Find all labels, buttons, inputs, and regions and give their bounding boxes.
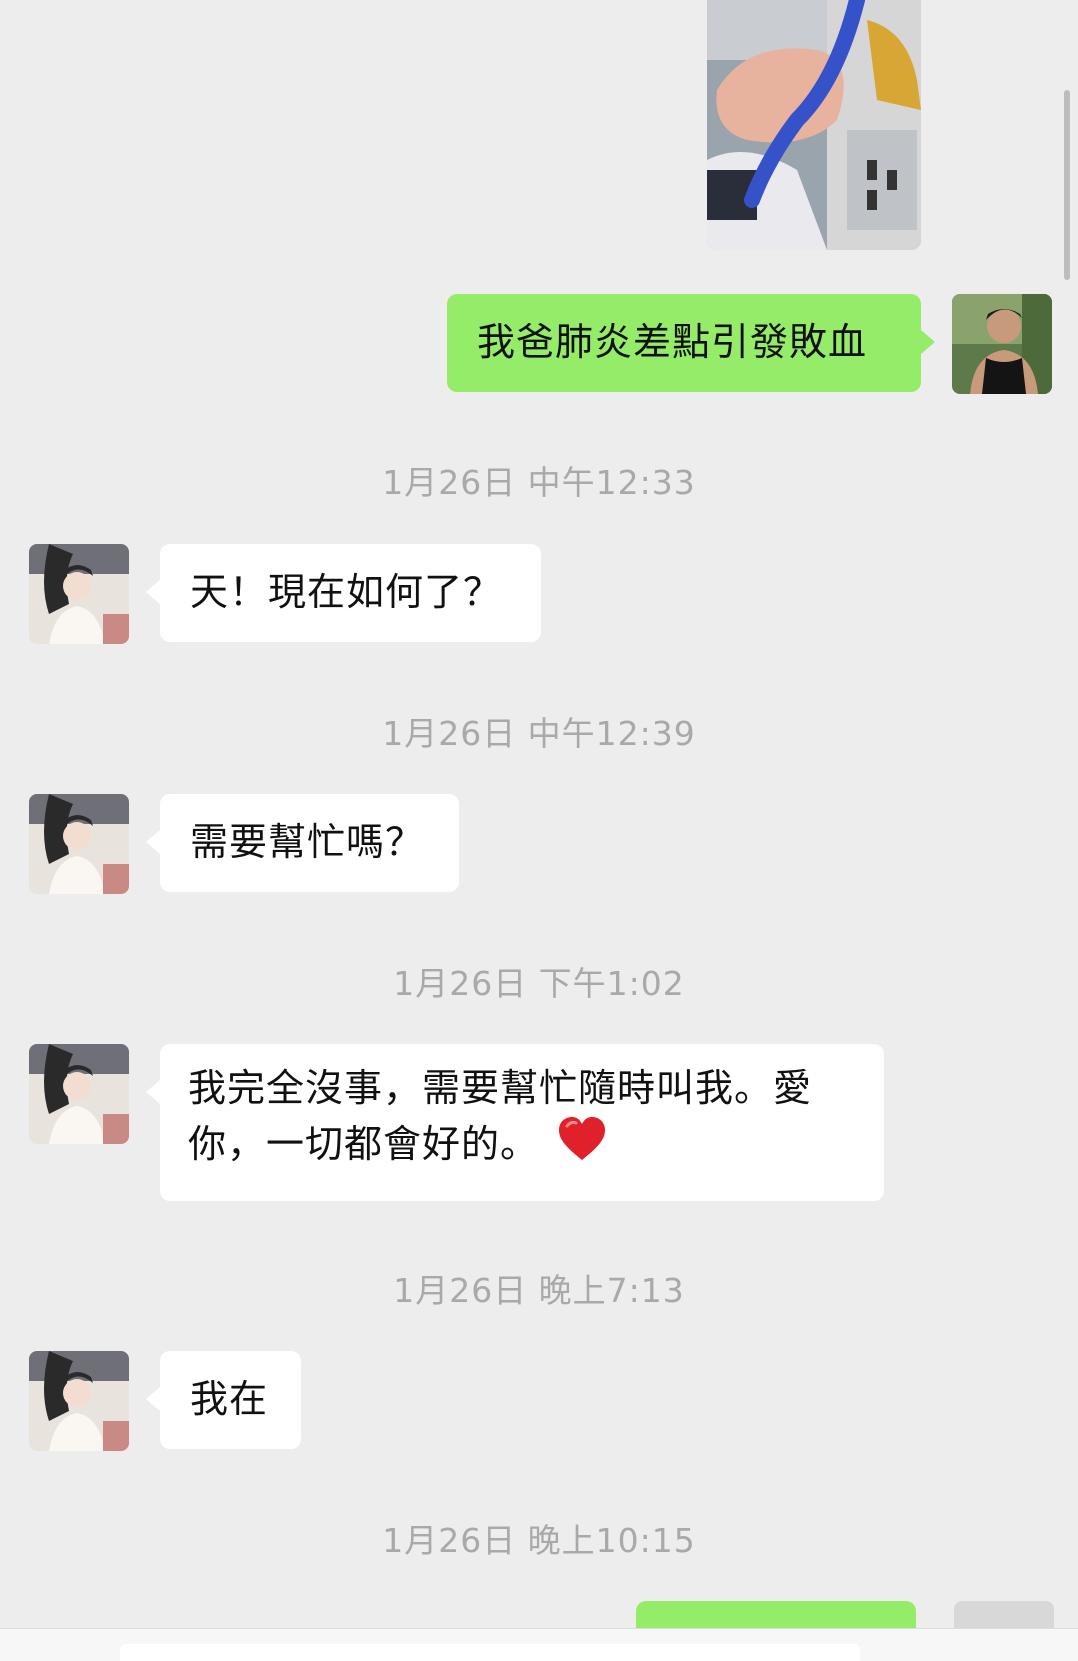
chat-window: 我爸肺炎差點引發敗血 1月26日 中午12:33 天！現在如何了？ 1月26日 … — [0, 0, 1078, 1661]
avatar-contact[interactable] — [29, 544, 129, 644]
heart-icon — [557, 1116, 607, 1177]
message-bubble-incoming[interactable]: 天！現在如何了？ — [146, 544, 541, 642]
message-text: 我在 — [190, 1377, 269, 1421]
timestamp: 1月26日 下午1:02 — [393, 964, 685, 1003]
contact-avatar-image — [29, 1044, 129, 1144]
message-bubble-incoming[interactable]: 我在 — [146, 1351, 301, 1449]
contact-avatar-image — [29, 1351, 129, 1451]
message-text-line-1: 我完全沒事，需要幫忙隨時叫我。愛 — [188, 1066, 813, 1110]
message-input[interactable] — [120, 1644, 860, 1661]
message-bubble-incoming[interactable]: 我完全沒事，需要幫忙隨時叫我。愛 你，一切都會好的。 — [146, 1044, 884, 1201]
self-avatar-image — [952, 294, 1052, 394]
message-text: 天！現在如何了？ — [190, 570, 503, 614]
hospital-bed-photo — [707, 0, 921, 250]
avatar-self[interactable] — [952, 294, 1052, 394]
message-bubble-incoming[interactable]: 需要幫忙嗎？ — [146, 794, 459, 892]
message-text: 我爸肺炎差點引發敗血 — [477, 320, 868, 364]
message-text: 需要幫忙嗎？ — [190, 820, 425, 864]
avatar-contact[interactable] — [29, 794, 129, 894]
photo-message[interactable] — [707, 0, 921, 250]
timestamp: 1月26日 晚上10:15 — [382, 1521, 696, 1560]
message-bubble-outgoing[interactable]: 我爸肺炎差點引發敗血 — [447, 294, 935, 392]
timestamp: 1月26日 中午12:39 — [382, 714, 696, 753]
avatar-contact[interactable] — [29, 1044, 129, 1144]
avatar-contact[interactable] — [29, 1351, 129, 1451]
scrollbar[interactable] — [1064, 90, 1070, 280]
timestamp: 1月26日 晚上7:13 — [393, 1271, 685, 1310]
contact-avatar-image — [29, 544, 129, 644]
contact-avatar-image — [29, 794, 129, 894]
message-text-line-2: 你，一切都會好的。 — [188, 1116, 856, 1177]
message-text-line-2-text: 你，一切都會好的。 — [188, 1122, 540, 1166]
timestamp: 1月26日 中午12:33 — [382, 463, 696, 502]
